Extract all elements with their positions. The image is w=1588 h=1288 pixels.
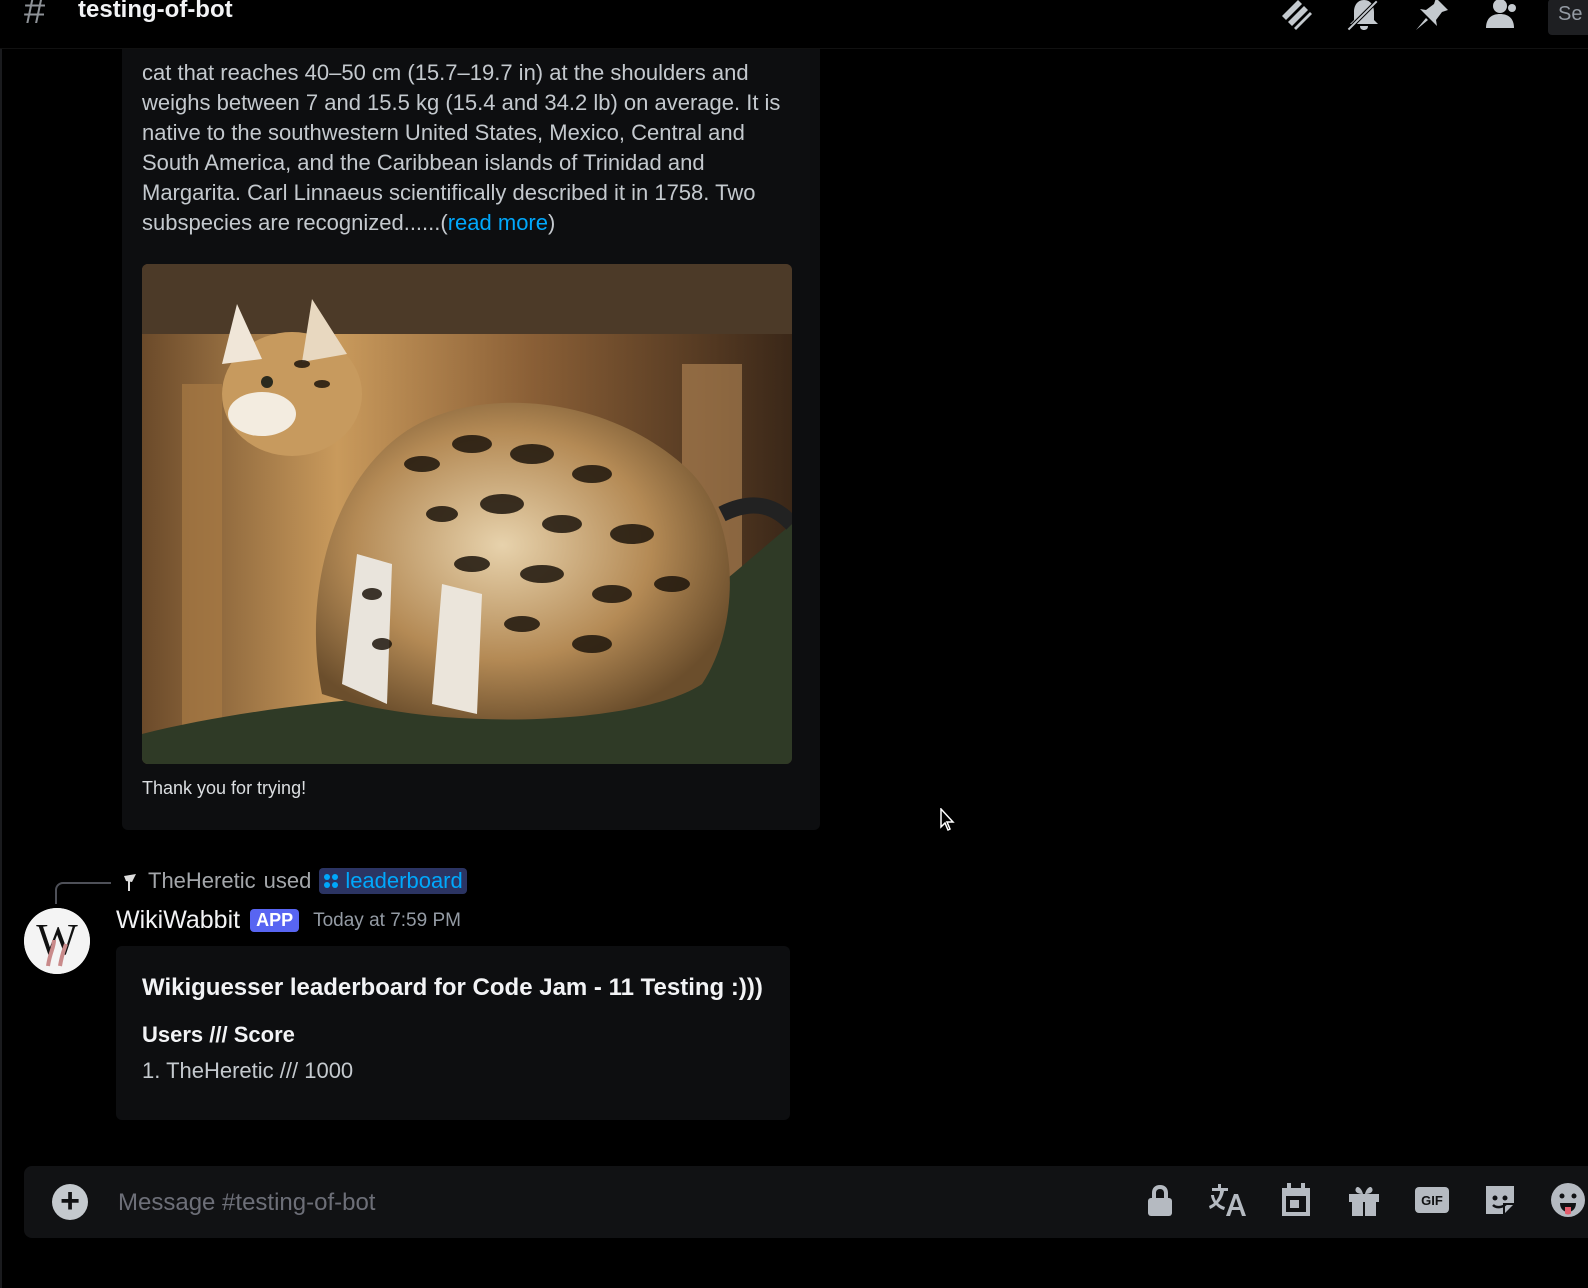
gift-icon[interactable]: [1344, 1180, 1384, 1225]
left-border: [0, 0, 2, 1288]
channel-hash-icon: #: [24, 0, 46, 32]
app-badge: APP: [250, 909, 300, 932]
slash-command-chip[interactable]: leaderboard: [319, 868, 467, 894]
embed-footer: Thank you for trying!: [142, 778, 307, 798]
composer-toolbar: GIF: [1140, 1180, 1588, 1225]
slash-command-name: leaderboard: [345, 868, 463, 893]
command-reply-header: TheHeretic used leaderboard: [120, 868, 467, 894]
channel-name: testing-of-bot: [78, 0, 233, 23]
message-timestamp: Today at 7:59 PM: [313, 909, 461, 931]
mute-icon[interactable]: [1344, 0, 1384, 39]
app-command-icon: [324, 874, 339, 888]
wiki-embed: cat that reaches 40–50 cm (15.7–19.7 in)…: [122, 48, 820, 830]
gif-icon[interactable]: GIF: [1412, 1180, 1452, 1225]
close-paren: ): [548, 210, 556, 235]
threads-icon[interactable]: [1276, 0, 1316, 39]
message-composer: + GIF: [24, 1166, 1588, 1238]
reply-used-label: used: [263, 868, 312, 893]
header-toolbar: Se: [1276, 0, 1588, 39]
embed-description-text: cat that reaches 40–50 cm (15.7–19.7 in)…: [142, 60, 781, 235]
pin-icon[interactable]: [1412, 0, 1452, 39]
svg-text:GIF: GIF: [1421, 1193, 1443, 1208]
mouse-cursor-icon: [940, 807, 956, 837]
embed-description: cat that reaches 40–50 cm (15.7–19.7 in)…: [142, 58, 782, 238]
svg-text:W: W: [36, 915, 78, 964]
reply-username[interactable]: TheHeretic: [148, 868, 256, 894]
message-header: WikiWabbit APP Today at 7:59 PM: [116, 906, 461, 935]
reply-connector: [55, 882, 111, 904]
calendar-icon[interactable]: [1276, 1180, 1316, 1225]
message-input[interactable]: [116, 1182, 1020, 1224]
members-icon[interactable]: [1480, 0, 1520, 39]
embed-field-name: Users /// Score: [142, 1022, 295, 1047]
author-name[interactable]: WikiWabbit: [116, 906, 240, 935]
embed-field-value: 1. TheHeretic /// 1000: [142, 1058, 354, 1083]
emoji-icon[interactable]: [1548, 1180, 1588, 1225]
avatar[interactable]: W: [24, 908, 90, 974]
search-input[interactable]: Se: [1548, 0, 1588, 35]
read-more-link[interactable]: read more: [448, 210, 548, 235]
user-mini-avatar-icon: [124, 874, 136, 891]
add-attachment-button[interactable]: +: [52, 1184, 88, 1220]
channel-header: # testing-of-bot Se: [0, 0, 1588, 49]
embed-title: Wikiguesser leaderboard for Code Jam - 1…: [142, 974, 763, 1001]
ocelot-image[interactable]: [142, 264, 792, 764]
leaderboard-embed: Wikiguesser leaderboard for Code Jam - 1…: [116, 946, 790, 1120]
sticker-icon[interactable]: [1480, 1180, 1520, 1225]
lock-icon[interactable]: [1140, 1180, 1180, 1225]
translate-icon[interactable]: [1208, 1180, 1248, 1225]
